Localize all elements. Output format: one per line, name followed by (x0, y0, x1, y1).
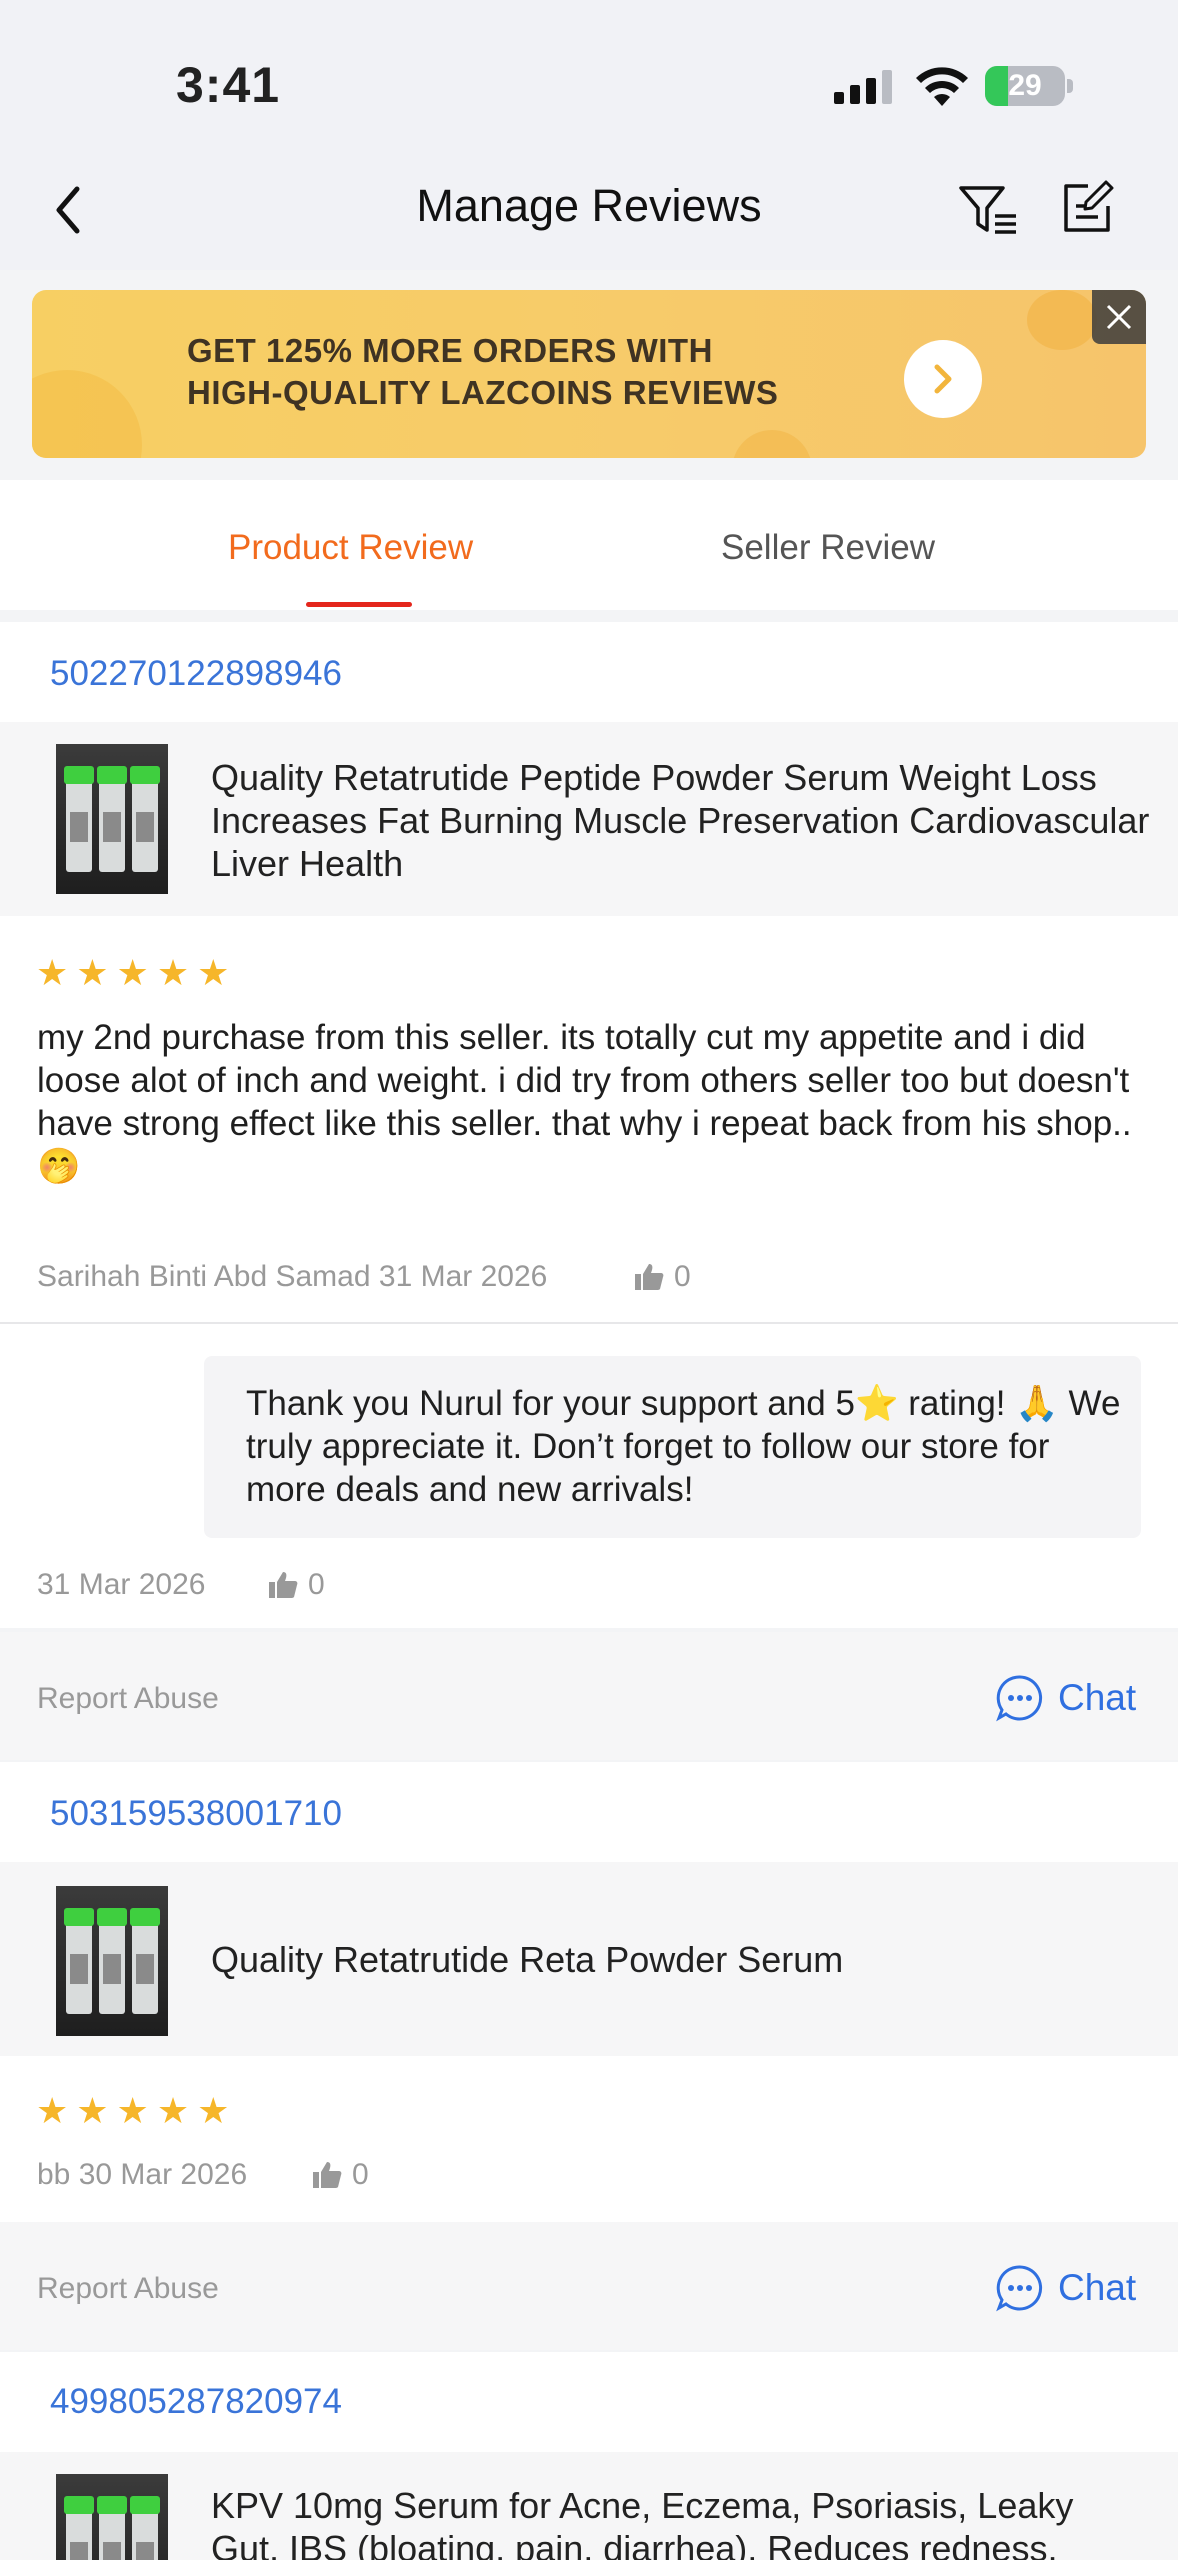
reply-date: 31 Mar 2026 (37, 1568, 206, 1601)
rating-stars: ★★★★★ (36, 2090, 238, 2131)
arrow-right-icon (934, 364, 952, 394)
status-bar: 3:41 29 (0, 0, 1178, 150)
chat-button[interactable]: Chat (996, 1674, 1136, 1722)
banner-close-button[interactable] (1092, 290, 1146, 344)
reviewer-and-date: bb 30 Mar 2026 (37, 2158, 248, 2191)
like-button[interactable]: 0 (634, 1260, 691, 1294)
chat-label: Chat (1058, 1677, 1137, 1718)
product-row[interactable]: KPV 10mg Serum for Acne, Eczema, Psorias… (0, 2452, 1178, 2560)
cellular-signal-icon (834, 70, 892, 104)
seller-reply: Thank you Nurul for your support and 5⭐ … (204, 1356, 1141, 1538)
banner-text: GET 125% MORE ORDERS WITH HIGH-QUALITY L… (187, 330, 778, 414)
thumbs-up-icon (269, 1572, 298, 1598)
coin-decoration-icon (32, 370, 142, 458)
battery-icon: 29 (985, 66, 1073, 106)
active-tab-indicator (306, 602, 412, 607)
product-row[interactable]: Quality Retatrutide Peptide Powder Serum… (0, 722, 1178, 916)
review-body: ★★★★★ bb 30 Mar 2026 0 (0, 2056, 1178, 2222)
review-actions: Report Abuse Chat (0, 2222, 1178, 2350)
review-body: ★★★★★ my 2nd purchase from this seller. … (0, 916, 1178, 1628)
banner-line1: GET 125% MORE ORDERS WITH (187, 332, 713, 369)
like-count: 0 (674, 1260, 691, 1293)
rating-stars: ★★★★★ (36, 952, 238, 993)
lazcoins-promo-banner[interactable]: GET 125% MORE ORDERS WITH HIGH-QUALITY L… (32, 290, 1146, 458)
like-count: 0 (352, 2158, 369, 2191)
close-icon (1106, 304, 1132, 330)
review-tabs: Product Review Seller Review (0, 480, 1178, 610)
tab-seller-review[interactable]: Seller Review (721, 528, 935, 568)
review-text: my 2nd purchase from this seller. its to… (37, 1018, 1132, 1186)
report-abuse-link[interactable]: Report Abuse (37, 2272, 219, 2306)
back-chevron-icon (56, 186, 80, 234)
edit-icon[interactable] (1058, 180, 1114, 236)
back-button[interactable] (42, 178, 94, 242)
tab-product-review[interactable]: Product Review (228, 528, 473, 568)
status-time: 3:41 (176, 57, 281, 113)
review-header: 499805287820974 (0, 2352, 1178, 2452)
battery-percent: 29 (1008, 69, 1042, 102)
banner-line2: HIGH-QUALITY LAZCOINS REVIEWS (187, 374, 779, 411)
like-button[interactable]: 0 (312, 2158, 369, 2192)
divider (0, 1322, 1178, 1324)
product-title: KPV 10mg Serum for Acne, Eczema, Psorias… (211, 2485, 1074, 2560)
product-thumbnail (56, 1886, 168, 2036)
chat-bubble-icon (996, 2265, 1043, 2312)
review-header: 503159538001710 (0, 1762, 1178, 1862)
product-title: Quality Retatrutide Reta Powder Serum (211, 1939, 844, 1980)
product-thumbnail (56, 2474, 168, 2560)
chat-bubble-icon (996, 1675, 1043, 1722)
product-row[interactable]: Quality Retatrutide Reta Powder Serum (0, 1862, 1178, 2056)
reply-text: Thank you Nurul for your support and 5⭐ … (246, 1384, 1121, 1509)
chat-button[interactable]: Chat (996, 2264, 1136, 2312)
nav-bar: Manage Reviews (0, 150, 1178, 270)
filter-icon[interactable] (958, 182, 1020, 238)
review-header: 502270122898946 (0, 622, 1178, 722)
heart-coin-icon (1027, 290, 1097, 350)
chat-label: Chat (1058, 2267, 1137, 2308)
thumbs-up-icon (313, 2162, 342, 2188)
wifi-icon (916, 67, 968, 106)
reviewer-and-date: Sarihah Binti Abd Samad 31 Mar 2026 (37, 1260, 548, 1293)
product-thumbnail (56, 744, 168, 894)
order-id[interactable]: 499805287820974 (50, 2382, 342, 2422)
order-id[interactable]: 502270122898946 (50, 654, 342, 694)
product-title: Quality Retatrutide Peptide Powder Serum… (211, 757, 1150, 884)
reply-like-button[interactable]: 0 (268, 1568, 325, 1602)
banner-arrow-button[interactable] (904, 340, 982, 418)
thumbs-up-icon (635, 1264, 664, 1290)
report-abuse-link[interactable]: Report Abuse (37, 1682, 219, 1716)
reply-like-count: 0 (308, 1568, 325, 1601)
coin-decoration-icon (732, 430, 812, 458)
review-actions: Report Abuse Chat (0, 1632, 1178, 1760)
order-id[interactable]: 503159538001710 (50, 1794, 342, 1834)
